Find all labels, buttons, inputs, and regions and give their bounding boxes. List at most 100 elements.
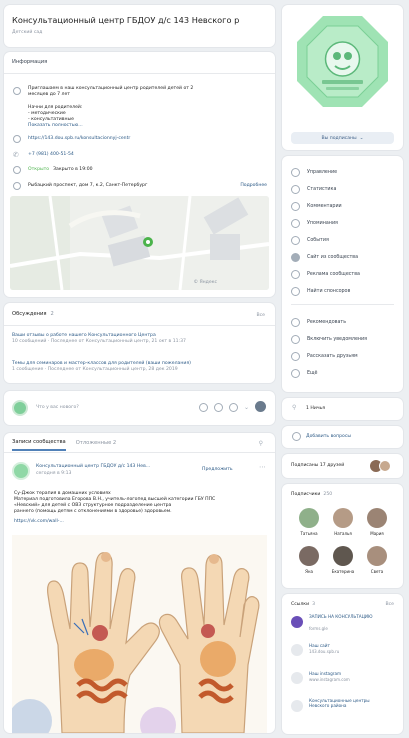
subscribers-card: Подписчики 250 Татьяна Наталья Мария Яна…	[282, 484, 403, 588]
menu-item-recommend[interactable]: Рекомендовать	[291, 316, 395, 328]
chart-icon	[291, 184, 300, 194]
more-attach-icon[interactable]: ⌄	[244, 404, 249, 411]
post-text-line: раннего (помощь детям с отклонениями в з…	[14, 509, 172, 514]
group-title: Консультационный центр ГБДОУ д/с 143 Нев…	[12, 15, 240, 25]
subscriber-name[interactable]: Наталья	[326, 531, 360, 537]
info-icon	[13, 87, 21, 95]
menu-label: Рассказать друзьям	[307, 353, 358, 359]
show-more-link[interactable]: Показать полностью...	[28, 123, 83, 129]
menu-item-comments[interactable]: Комментарии	[291, 200, 395, 212]
music-icon[interactable]	[228, 403, 238, 412]
menu-item-manage[interactable]: Управление	[291, 166, 395, 178]
links-title[interactable]: Ссылки	[291, 602, 309, 608]
subscribers-title[interactable]: Подписчики	[291, 492, 320, 498]
post-menu-icon[interactable]: ⋯	[259, 463, 266, 471]
video-icon[interactable]	[213, 403, 223, 412]
discussion-meta: 10 сообщений · Последнее от Консультацио…	[12, 339, 186, 345]
post-author-avatar[interactable]	[12, 462, 30, 480]
menu-item-sponsors[interactable]: Найти спонсоров	[291, 285, 395, 297]
members-card[interactable]: ⚲ 1 Ничья	[282, 398, 403, 420]
friend-avatar	[379, 460, 391, 472]
subscriber-name[interactable]: Екатерина	[326, 569, 360, 575]
sidebar-menu-card: Управление Статистика Комментарии Упомин…	[282, 156, 403, 392]
discussion-item[interactable]: Ваши отзывы о работе нашего Консультацио…	[12, 333, 267, 345]
menu-label: Включить уведомления	[307, 336, 368, 342]
menu-label: Комментарии	[307, 203, 342, 209]
post-image[interactable]	[12, 535, 267, 733]
phone-icon: ✆	[13, 151, 19, 159]
subscriber-avatar[interactable]	[299, 508, 319, 528]
search-icon[interactable]: ⚲	[259, 440, 263, 447]
share-icon	[291, 351, 300, 361]
link-title[interactable]: ЗАПИСЬ НА КОНСУЛЬТАЦИЮ	[309, 614, 389, 619]
gear-icon[interactable]	[255, 401, 266, 412]
tab-community-posts[interactable]: Записи сообщества	[12, 439, 66, 451]
add-questions-button[interactable]: Добавить вопросы	[306, 434, 351, 440]
menu-item-tell-friends[interactable]: Рассказать друзьям	[291, 350, 395, 362]
composer-avatar	[12, 400, 28, 416]
photo-icon[interactable]	[198, 403, 208, 412]
subscriber-name[interactable]: Яна	[292, 569, 326, 575]
hours-status: Открыто	[28, 167, 50, 172]
subscriber-avatar[interactable]	[333, 508, 353, 528]
menu-item-ads[interactable]: Реклама сообщества	[291, 268, 395, 280]
menu-item-mentions[interactable]: Упоминания	[291, 217, 395, 229]
location-map[interactable]: © Яндекс	[10, 196, 269, 290]
globe-icon	[291, 252, 300, 262]
add-card[interactable]: Добавить вопросы	[282, 426, 403, 448]
search-icon: ⚲	[292, 404, 297, 411]
address-details-link[interactable]: Подробнее	[240, 183, 267, 189]
menu-item-more[interactable]: Ещё	[291, 367, 395, 379]
subscriber-avatar[interactable]	[299, 546, 319, 566]
mention-icon	[291, 218, 300, 228]
menu-label: Статистика	[307, 186, 337, 192]
menu-label: Реклама сообщества	[307, 271, 360, 277]
links-all[interactable]: Все	[385, 602, 394, 608]
link-title[interactable]: Консультационные центры Невского района	[309, 698, 389, 709]
website-link[interactable]: https://143.dou.spb.ru/konsultacionnyj-c…	[28, 136, 130, 142]
community-logo[interactable]	[295, 14, 390, 109]
friends-card[interactable]: Подписаны 17 друзей	[282, 454, 403, 478]
tab-postponed[interactable]: Отложенные 2	[76, 440, 116, 450]
menu-item-stats[interactable]: Статистика	[291, 183, 395, 195]
discussions-all-link[interactable]: Все	[256, 313, 265, 319]
discussions-title[interactable]: Обсуждения	[12, 311, 47, 318]
address-text: Рыбацкий проспект, дом 7, к.2, Санкт-Пет…	[28, 183, 148, 188]
recommend-icon	[291, 317, 300, 327]
menu-label: События	[307, 237, 329, 243]
subscriber-name[interactable]: Татьяна	[292, 531, 326, 537]
link-avatar[interactable]	[291, 644, 303, 656]
post-date[interactable]: сегодня в 9:13	[36, 471, 71, 477]
menu-item-notifications[interactable]: Включить уведомления	[291, 333, 395, 345]
discussion-item[interactable]: Темы для семинаров и мастер-классов для …	[12, 361, 267, 373]
discussions-count: 2	[50, 311, 54, 317]
subscriber-avatar[interactable]	[367, 546, 387, 566]
wall-card: Записи сообщества Отложенные 2 ⚲ Консуль…	[4, 433, 275, 733]
post-link[interactable]: https://vk.com/wall-...	[14, 519, 64, 525]
phone-text[interactable]: +7 (981) 400-51-54	[28, 152, 74, 158]
subscriber-name[interactable]: Света	[360, 569, 394, 575]
menu-label: Сайт из сообщества	[307, 254, 359, 260]
subscribed-button[interactable]: Вы подписаны ⌄	[291, 132, 394, 144]
discussion-meta: 1 сообщение · Последнее от Консультацион…	[12, 367, 178, 373]
sponsor-icon	[291, 286, 300, 296]
link-avatar[interactable]	[291, 700, 303, 712]
post-share-button[interactable]: Предложить	[202, 467, 233, 473]
link-sub: forms.gle	[309, 626, 328, 631]
subscriber-avatar[interactable]	[333, 546, 353, 566]
composer-input[interactable]: Что у вас нового?	[36, 405, 79, 411]
discussions-card: Обсуждения 2 Все Ваши отзывы о работе на…	[4, 303, 275, 383]
link-avatar[interactable]	[291, 672, 303, 684]
question-icon	[292, 432, 301, 441]
menu-item-events[interactable]: События	[291, 234, 395, 246]
subscriber-name[interactable]: Мария	[360, 531, 394, 537]
subscriber-avatar[interactable]	[367, 508, 387, 528]
group-header-card: Консультационный центр ГБДОУ д/с 143 Нев…	[4, 5, 275, 47]
megaphone-icon	[291, 269, 300, 279]
link-avatar[interactable]	[291, 616, 303, 628]
post-author[interactable]: Консультационный центр ГБДОУ д/с 143 Нев…	[36, 464, 150, 470]
links-card: Ссылки 3 Все ЗАПИСЬ НА КОНСУЛЬТАЦИЮ form…	[282, 594, 403, 734]
location-icon	[13, 182, 21, 190]
menu-item-site[interactable]: Сайт из сообщества	[291, 251, 395, 263]
hours-text: Закрыто в 19:00	[53, 167, 93, 172]
